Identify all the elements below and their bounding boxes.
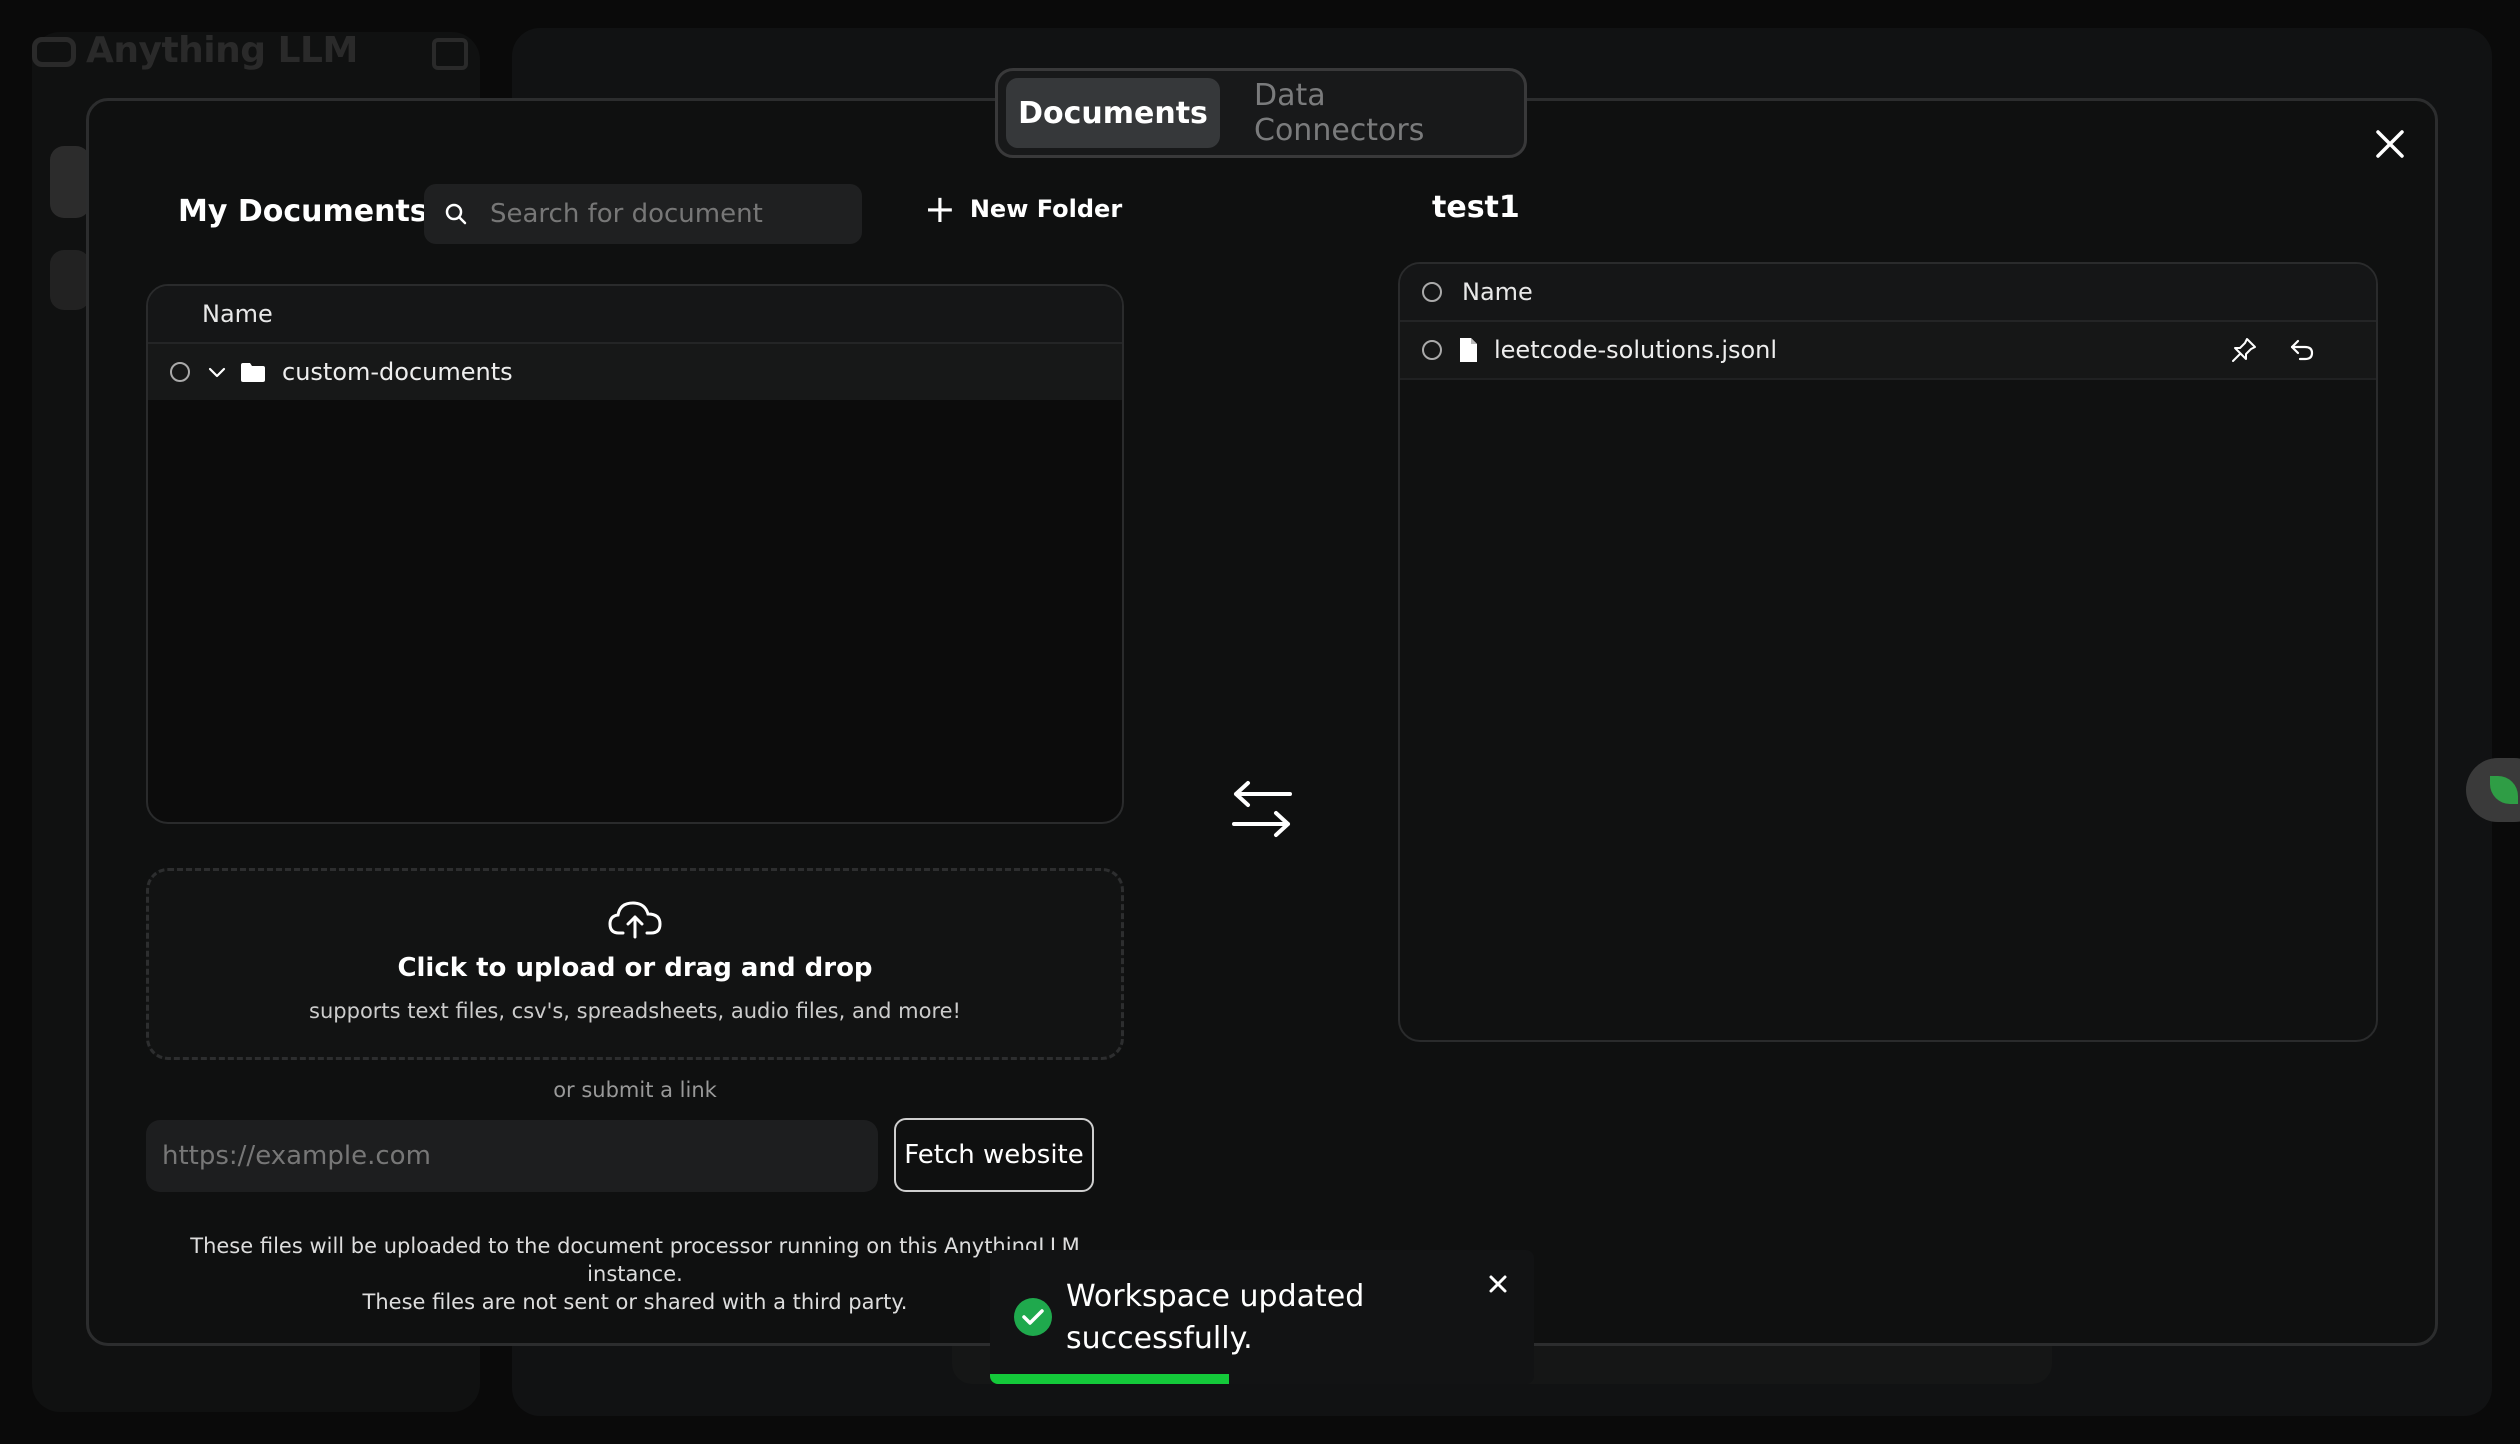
sidebar-toggle-icon [432,38,468,70]
leaf-icon [2490,776,2518,804]
logo-icon [32,37,76,67]
file-row-actions [2230,336,2316,364]
toast-notification: Workspace updated successfully. [990,1250,1534,1384]
select-all-checkbox[interactable] [1422,282,1442,302]
upload-title: Click to upload or drag and drop [397,953,873,983]
plus-icon: + [924,187,956,231]
workspace-title: test1 [1432,190,1520,225]
table-header: Name [1400,264,2376,322]
background-pill [50,146,90,218]
file-checkbox[interactable] [1422,340,1442,360]
toast-progress-bar [990,1374,1230,1384]
workspace-documents-table: Name leetcode-solutions.jsonl [1398,262,2378,1042]
table-header: Name [148,286,1122,344]
chevron-down-icon[interactable] [206,361,228,383]
close-icon[interactable] [2370,124,2410,164]
link-url-input[interactable] [146,1120,878,1192]
search-icon [445,203,467,225]
folder-checkbox[interactable] [170,362,190,382]
column-name: Name [202,300,273,328]
upload-dropzone[interactable]: Click to upload or drag and drop support… [146,868,1124,1060]
cloud-upload-icon [608,901,662,939]
undo-icon[interactable] [2288,336,2316,364]
swap-arrows-icon [1232,781,1292,837]
background-pill [50,250,90,310]
toast-close-icon[interactable] [1486,1272,1510,1296]
my-documents-title: My Documents [178,194,428,229]
or-submit-link-text: or submit a link [553,1078,717,1102]
column-name: Name [1462,278,1533,306]
new-folder-label: New Folder [969,195,1123,223]
upload-subtitle: supports text files, csv's, spreadsheets… [309,999,961,1023]
search-input[interactable] [488,198,848,230]
new-folder-button[interactable]: + New Folder [924,187,1123,231]
file-name: leetcode-solutions.jsonl [1494,336,1778,364]
toast-message: Workspace updated successfully. [1066,1279,1365,1356]
folder-icon [241,363,265,382]
tab-data-connectors[interactable]: Data Connectors [1226,78,1510,148]
search-box[interactable] [424,184,862,244]
file-row[interactable]: leetcode-solutions.jsonl [1400,322,2376,380]
modal-tabs: Documents Data Connectors [995,68,1527,158]
app-name: Anything LLM [86,30,358,71]
notice-line-1: These files will be uploaded to the docu… [190,1234,1080,1286]
pin-icon[interactable] [2230,336,2258,364]
file-icon [1460,338,1477,362]
upload-notice: These files will be uploaded to the docu… [146,1232,1124,1316]
success-check-icon [1014,1298,1052,1336]
fetch-website-button[interactable]: Fetch website [894,1118,1094,1192]
tab-documents[interactable]: Documents [1006,78,1220,148]
folder-name: custom-documents [282,358,513,386]
notice-line-2: These files are not sent or shared with … [362,1290,908,1314]
my-documents-table: Name custom-documents [146,284,1124,824]
background-logo: Anything LLM [32,30,358,71]
folder-row[interactable]: custom-documents [148,344,1122,400]
